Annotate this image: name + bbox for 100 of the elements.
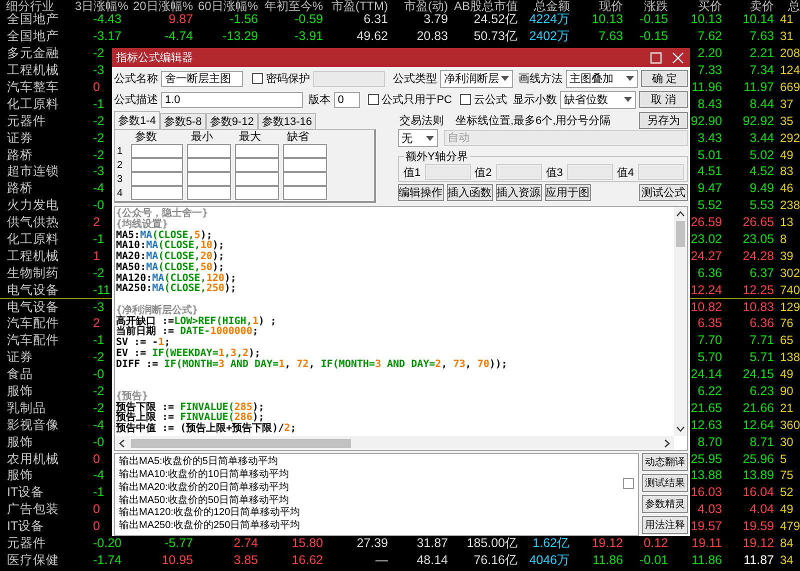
table-cell: 10.83 (742, 300, 774, 314)
table-row[interactable]: 医疗保健 -1.74 10.95 3.85 16.62 — 48.14 76.16亿 4046万 11.86 -0.01 11.86 11.87 34 (0, 552, 800, 570)
table-cell: 138 (780, 351, 800, 364)
dialog-button[interactable]: 取 消 (639, 91, 688, 108)
field-label: 公式类型 (393, 72, 437, 86)
column-header[interactable]: 年初至今% (260, 0, 325, 12)
dropdown[interactable]: 净利润断层 (440, 70, 513, 88)
dialog-button[interactable]: 用法注释 (642, 516, 688, 534)
column-header[interactable]: AB股总市值 (450, 0, 520, 12)
column-header[interactable]: 买价 (670, 0, 724, 12)
column-header[interactable]: 总金额 (520, 0, 572, 12)
input-field[interactable] (131, 186, 183, 200)
checkbox[interactable] (368, 94, 379, 106)
input-field[interactable] (235, 186, 279, 200)
input-field[interactable] (283, 158, 327, 172)
column-header[interactable]: 总 (776, 0, 800, 12)
table-cell: -2 (93, 114, 104, 128)
table-cell: 服饰 (7, 385, 33, 398)
column-header[interactable]: 60日涨幅% (195, 0, 260, 12)
table-cell: 11.96 (692, 81, 722, 94)
table-row[interactable]: 全国地产 -3.17 -4.74 -13.29 -3.91 49.62 20.83 50.73亿 2402万 7.63 -0.15 7.62 7.63 31 (0, 28, 800, 46)
dialog-button[interactable]: 编辑操作 (398, 184, 444, 202)
input-field[interactable] (187, 158, 231, 172)
column-header[interactable]: 3日涨幅% (75, 0, 130, 12)
caret-icon (426, 136, 434, 141)
table-cell: 84 (780, 537, 794, 550)
dialog-button[interactable]: 测试公式 (639, 184, 688, 202)
chevron-up-icon[interactable] (676, 211, 685, 218)
dropdown[interactable]: 缺省位数 (560, 90, 636, 109)
table-row[interactable]: 全国地产 -4.43 9.87 -1.56 -0.59 6.31 3.79 24.52亿 4224万 10.13 -0.15 10.13 10.14 41 (0, 12, 800, 29)
chevron-right-icon[interactable] (664, 438, 670, 448)
text-field[interactable]: 1.0 (161, 92, 303, 108)
table-cell: 8.43 (698, 98, 722, 111)
table-cell: 6.31 (364, 13, 388, 26)
tab[interactable]: 参数13-16 (258, 113, 316, 130)
table-cell: IT设备 (7, 486, 44, 500)
table-cell: 49 (780, 503, 794, 516)
tab[interactable]: 参数5-8 (160, 113, 206, 130)
table-cell: 30 (780, 436, 794, 449)
table-cell: 0 (93, 452, 100, 466)
checkbox[interactable] (252, 73, 263, 84)
column-header[interactable]: 现价 (572, 0, 625, 12)
input-field[interactable] (283, 144, 327, 158)
dialog-button[interactable]: 动态翻译 (642, 453, 688, 472)
table-cell: 广告包装 (7, 503, 59, 516)
column-header[interactable]: 市盈(TTM) (325, 0, 390, 12)
column-header[interactable]: 细分行业 (0, 0, 75, 12)
input-field[interactable] (131, 172, 183, 186)
chevron-left-icon[interactable] (119, 438, 125, 448)
input-field[interactable] (283, 172, 327, 186)
input-field[interactable] (187, 144, 231, 158)
text-field[interactable]: 0 (334, 92, 360, 108)
maximize-icon[interactable] (650, 52, 662, 64)
table-cell: 9.49 (750, 182, 774, 196)
table-cell: 5.71 (750, 351, 774, 364)
input-field[interactable] (235, 158, 279, 172)
dialog-button[interactable]: 应用于图 (544, 184, 590, 202)
dialog-button[interactable]: 确 定 (641, 70, 688, 88)
text-field[interactable]: 舍一断层主图 (161, 70, 243, 87)
input-field[interactable] (235, 144, 279, 158)
input-field[interactable] (131, 144, 183, 158)
tab[interactable]: 参数1-4 (114, 111, 160, 130)
table-cell: 10.13 (592, 13, 623, 26)
column-header: 缺省 (286, 131, 310, 144)
dialog-button[interactable]: 测试结果 (642, 474, 688, 492)
column-header[interactable]: 涨跌 (625, 0, 670, 12)
close-icon[interactable] (672, 52, 684, 64)
input-field[interactable] (187, 172, 231, 186)
column-header[interactable]: 市盈(动) (390, 0, 450, 12)
table-cell: 2 (93, 216, 100, 230)
table-row[interactable]: 元器件 -0.20 -5.77 2.74 15.80 27.39 31.87 185.00亿 1.62亿 19.12 0.12 19.11 19.12 84 (0, 536, 800, 552)
input-field[interactable] (235, 172, 279, 186)
table-cell: -0.01 (640, 554, 668, 567)
table-cell: 49.62 (356, 30, 388, 44)
scrollbar-thumb[interactable] (131, 438, 351, 448)
code-line: {公众号，隐士舍一} (116, 209, 208, 220)
input-field[interactable] (283, 186, 327, 200)
code-editor[interactable] (114, 206, 688, 452)
input-field[interactable] (131, 158, 183, 172)
row-number: 2 (117, 160, 124, 171)
dialog-button[interactable]: 插入资源 (496, 184, 542, 202)
dialog-button[interactable]: 另存为 (639, 112, 688, 129)
checkbox[interactable] (623, 478, 634, 490)
dialog-button[interactable]: 插入函数 (446, 184, 492, 202)
column-header[interactable]: 20日涨幅% (130, 0, 195, 12)
scrollbar-thumb[interactable] (676, 221, 685, 248)
chevron-down-icon[interactable] (676, 426, 685, 432)
table-cell: 41 (780, 13, 794, 26)
checkbox[interactable] (460, 94, 471, 106)
field-label: 显示小数 (513, 93, 557, 108)
input-field[interactable] (187, 186, 231, 200)
dropdown[interactable]: 无 (398, 129, 438, 148)
table-cell: -0 (93, 436, 104, 449)
vertical-scrollbar[interactable] (674, 207, 687, 436)
column-header[interactable]: 卖价 (724, 0, 776, 12)
tab[interactable]: 参数9-12 (206, 113, 258, 130)
horizontal-scrollbar[interactable] (115, 436, 674, 450)
dropdown[interactable]: 主图叠加 (566, 70, 638, 88)
field-label: 公式名称 (114, 72, 158, 86)
dialog-button[interactable]: 参数精灵 (642, 495, 688, 514)
